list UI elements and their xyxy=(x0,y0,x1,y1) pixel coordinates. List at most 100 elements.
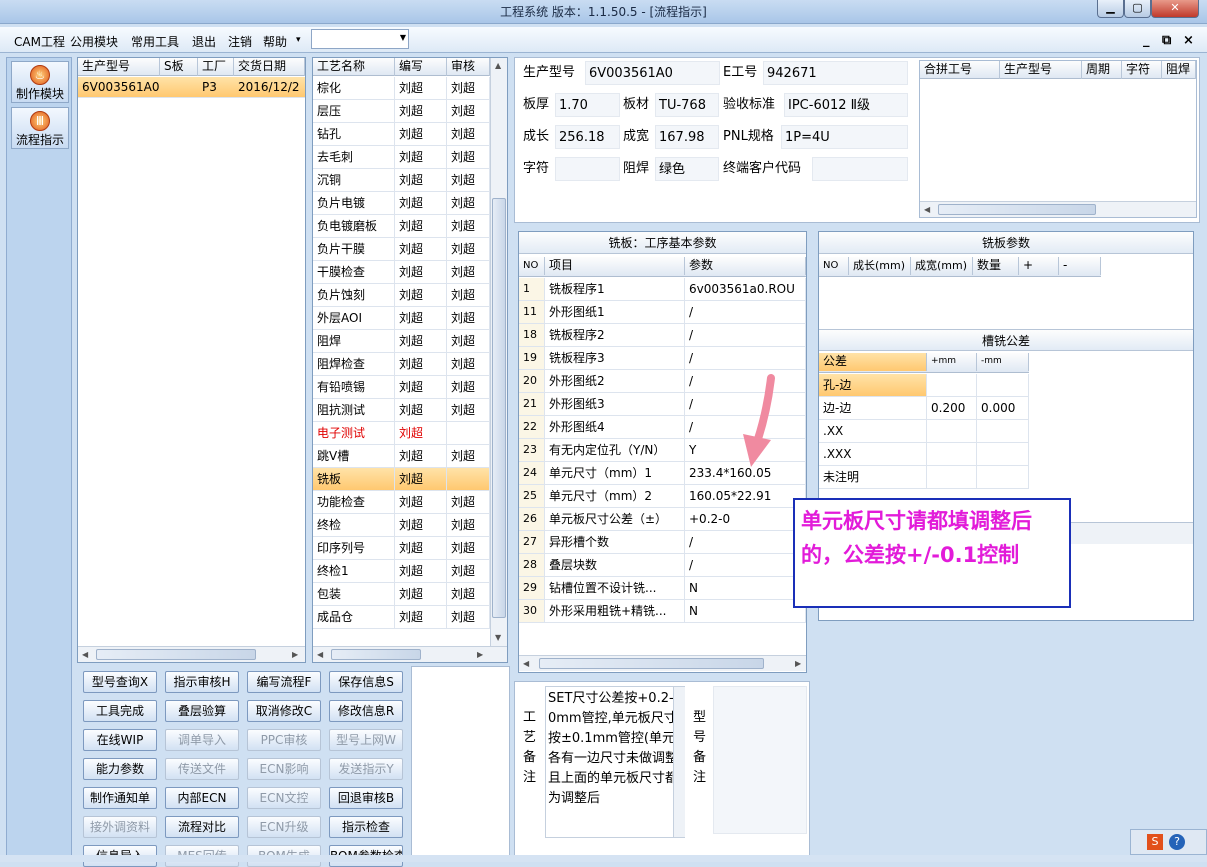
slot-row[interactable]: .XX xyxy=(819,420,1029,443)
process-vscroll[interactable]: ▲ ▼ xyxy=(490,58,507,646)
process-row[interactable]: 负电镀磨板 刘超 刘超 xyxy=(313,215,490,238)
process-row[interactable]: 沉铜 刘超 刘超 xyxy=(313,169,490,192)
col-reviewer[interactable]: 审核 xyxy=(447,58,490,76)
col-mp-len[interactable]: 成长(mm) xyxy=(849,257,911,275)
process-row[interactable]: 层压 刘超 刘超 xyxy=(313,100,490,123)
process-row[interactable]: 钻孔 刘超 刘超 xyxy=(313,123,490,146)
process-row[interactable]: 阻焊检查 刘超 刘超 xyxy=(313,353,490,376)
col-model[interactable]: 生产型号 xyxy=(78,58,160,76)
process-row[interactable]: 终检1 刘超 刘超 xyxy=(313,560,490,583)
action-button[interactable]: 发送指示Y xyxy=(329,758,403,780)
col-merge-cycle[interactable]: 周期 xyxy=(1082,61,1122,79)
action-button[interactable]: ECN影响 xyxy=(247,758,321,780)
action-button[interactable]: PPC审核 xyxy=(247,729,321,751)
mdi-restore-icon[interactable]: ⧉ xyxy=(1162,33,1171,48)
col-merge-no[interactable]: 合拼工号 xyxy=(920,61,1000,79)
close-button[interactable]: ✕ xyxy=(1151,0,1199,18)
col-mp-wid[interactable]: 成宽(mm) xyxy=(911,257,973,275)
mill-param[interactable]: N xyxy=(685,600,806,622)
mill-row[interactable]: 19 铣板程序3/ xyxy=(519,347,806,370)
mill-row[interactable]: 25 单元尺寸（mm）2 160.05*22.91 xyxy=(519,485,806,508)
order-row[interactable]: 6V003561A0 P3 2016/12/2 xyxy=(78,77,305,98)
col-param[interactable]: 参数 xyxy=(685,257,806,275)
process-row[interactable]: 外层AOI 刘超 刘超 xyxy=(313,307,490,330)
slot-minus[interactable] xyxy=(977,443,1029,465)
action-button[interactable]: 接外调资料 xyxy=(83,816,157,838)
mill-param[interactable]: / xyxy=(685,301,806,323)
process-row[interactable]: 有铅喷锡 刘超 刘超 xyxy=(313,376,490,399)
mill-row[interactable]: 27 异形槽个数 / xyxy=(519,531,806,554)
col-factory[interactable]: 工厂 xyxy=(198,58,234,76)
mill-row[interactable]: 1 铣板程序1 6v003561a0.ROU xyxy=(519,278,806,301)
col-mp-no[interactable]: NO xyxy=(819,257,849,275)
process-row[interactable]: 印序列号 刘超 刘超 xyxy=(313,537,490,560)
action-button[interactable]: 型号上网W xyxy=(329,729,403,751)
scroll-up-icon[interactable]: ▲ xyxy=(495,61,501,70)
mill-param[interactable]: 160.05*22.91 xyxy=(685,485,806,507)
process-row[interactable]: 阻焊 刘超 刘超 xyxy=(313,330,490,353)
order-hscroll[interactable]: ◀ ▶ xyxy=(78,646,305,662)
mdi-close-icon[interactable]: × xyxy=(1183,33,1194,48)
action-button[interactable]: 指示审核H xyxy=(165,671,239,693)
action-button[interactable]: 保存信息S xyxy=(329,671,403,693)
col-merge-char[interactable]: 字符 xyxy=(1122,61,1162,79)
action-button[interactable]: 修改信息R xyxy=(329,700,403,722)
help-arrow-icon[interactable]: ▾ xyxy=(296,35,301,45)
mill-row[interactable]: 28 叠层块数 / xyxy=(519,554,806,577)
menu-help[interactable]: 帮助 xyxy=(263,33,287,50)
process-hscroll-thumb[interactable] xyxy=(331,649,421,660)
mill-param[interactable]: +0.2-0 xyxy=(685,508,806,530)
process-notes-text[interactable]: SET尺寸公差按+0.2-0mm管控,单元板尺寸按±0.1mm管控(单元各有一边… xyxy=(545,686,685,838)
scroll-right-icon[interactable]: ▶ xyxy=(292,650,298,659)
notes-vscroll[interactable] xyxy=(673,687,685,837)
scroll-left-icon[interactable]: ◀ xyxy=(82,650,88,659)
col-author[interactable]: 编写 xyxy=(395,58,447,76)
slot-minus[interactable] xyxy=(977,466,1029,488)
col-tol-minus[interactable]: -mm xyxy=(977,353,1029,371)
mill-param[interactable]: / xyxy=(685,554,806,576)
menu-combo[interactable]: ▼ xyxy=(311,29,409,49)
process-vscroll-thumb[interactable] xyxy=(492,198,506,618)
col-tol-plus[interactable]: +mm xyxy=(927,353,977,371)
action-button[interactable]: 工具完成 xyxy=(83,700,157,722)
process-row[interactable]: 阻抗测试 刘超 刘超 xyxy=(313,399,490,422)
action-button[interactable]: 叠层验算 xyxy=(165,700,239,722)
slot-minus[interactable] xyxy=(977,374,1029,396)
process-row[interactable]: 负片干膜 刘超 刘超 xyxy=(313,238,490,261)
action-button[interactable]: 编写流程F xyxy=(247,671,321,693)
slot-plus[interactable]: 0.200 xyxy=(927,397,977,419)
mill-param[interactable]: / xyxy=(685,324,806,346)
merge-hscroll-thumb[interactable] xyxy=(938,204,1096,215)
mill-param[interactable]: N xyxy=(685,577,806,599)
action-button[interactable]: 传送文件 xyxy=(165,758,239,780)
col-mp-qty[interactable]: 数量 xyxy=(973,257,1019,275)
order-hscroll-thumb[interactable] xyxy=(96,649,256,660)
scroll-right-icon[interactable]: ▶ xyxy=(477,650,483,659)
process-row[interactable]: 包装 刘超 刘超 xyxy=(313,583,490,606)
mill-row[interactable]: 26 单元板尺寸公差（±） +0.2-0 xyxy=(519,508,806,531)
col-no[interactable]: NO xyxy=(519,257,545,275)
ime-icon[interactable]: S xyxy=(1147,834,1163,850)
scroll-left-icon[interactable]: ◀ xyxy=(924,205,930,214)
col-mp-plus[interactable]: + xyxy=(1019,257,1059,275)
col-s-board[interactable]: S板 xyxy=(160,58,198,76)
action-button[interactable]: ECN文控 xyxy=(247,787,321,809)
help-icon[interactable]: ? xyxy=(1169,834,1185,850)
col-merge-model[interactable]: 生产型号 xyxy=(1000,61,1082,79)
col-process[interactable]: 工艺名称 xyxy=(313,58,395,76)
process-row[interactable]: 棕化 刘超 刘超 xyxy=(313,77,490,100)
scroll-left-icon[interactable]: ◀ xyxy=(523,659,529,668)
minimize-button[interactable]: ▁ xyxy=(1097,0,1124,18)
process-row[interactable]: 干膜检查 刘超 刘超 xyxy=(313,261,490,284)
action-button[interactable]: 指示检查 xyxy=(329,816,403,838)
menu-cam[interactable]: CAM工程 xyxy=(14,33,65,50)
action-button[interactable]: 能力参数 xyxy=(83,758,157,780)
menu-exit[interactable]: 退出 xyxy=(192,33,216,50)
slot-plus[interactable] xyxy=(927,420,977,442)
process-hscroll[interactable]: ◀ ▶ xyxy=(313,646,507,662)
slot-plus[interactable] xyxy=(927,466,977,488)
maximize-button[interactable]: ▢ xyxy=(1124,0,1151,18)
process-row[interactable]: 终检 刘超 刘超 xyxy=(313,514,490,537)
mill-row[interactable]: 29 钻槽位置不设计铣... N xyxy=(519,577,806,600)
mill-row[interactable]: 11 外形图纸1/ xyxy=(519,301,806,324)
